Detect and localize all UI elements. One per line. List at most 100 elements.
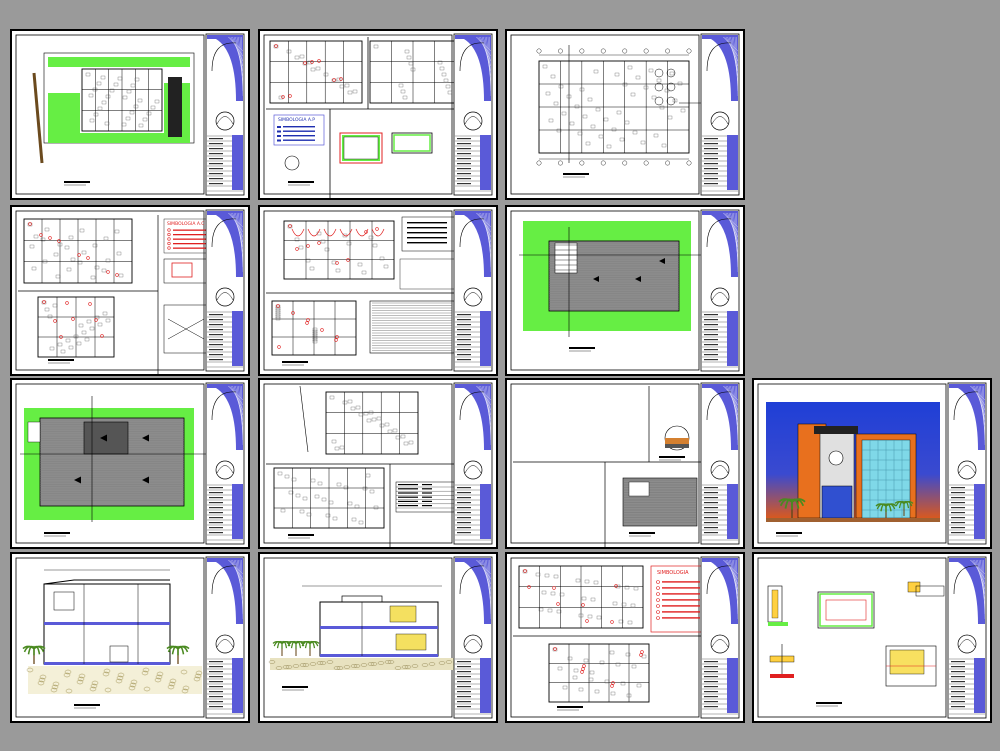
title-block [453, 209, 493, 372]
sheet-installations-water[interactable]: SIMBOLOGIA A.P [258, 29, 498, 200]
pipe-detail [391, 132, 433, 154]
sheet-detail-sheet[interactable] [505, 378, 745, 549]
sheet-plan-furniture[interactable] [505, 29, 745, 200]
detail-circle [664, 425, 690, 451]
sheet-caption [282, 686, 308, 691]
sheet-caption [569, 347, 595, 352]
floor-plan [81, 68, 163, 132]
palm-tree [286, 640, 306, 656]
sheet-section-b[interactable] [258, 552, 498, 723]
sheet-roof-plan[interactable] [505, 205, 745, 376]
palm-tree [300, 640, 320, 656]
sheet-caption [563, 173, 589, 178]
sheet-drawing [15, 33, 245, 196]
title-block [205, 382, 245, 545]
title-block [205, 33, 245, 196]
stair-detail [885, 645, 937, 687]
sheet-plan-lighting[interactable]: SIMBOLOGIA [505, 552, 745, 723]
sheet-installations-electric[interactable]: SIMBOLOGIA A.C [10, 205, 250, 376]
lighting-legend: SIMBOLOGIA [650, 565, 706, 633]
sheet-drawing [757, 556, 987, 719]
sheet-caption [816, 702, 842, 707]
floor-plan [283, 220, 395, 280]
floor-plan [37, 296, 115, 358]
sheet-caption [557, 706, 583, 711]
sheet-caption [48, 359, 74, 364]
sheet-drawing [263, 209, 493, 372]
sheet-construction-details[interactable] [752, 552, 992, 723]
title-block [947, 556, 987, 719]
sheet-facade-render[interactable] [752, 378, 992, 549]
sheet-drawing [757, 382, 987, 545]
floor-plan [518, 565, 644, 629]
sheet-drawing [510, 33, 740, 196]
drawing-frame [263, 210, 453, 371]
panel-detail [163, 304, 211, 354]
sheet-caption [282, 361, 308, 366]
garden-strip-top [48, 57, 190, 67]
facade-cornice [814, 426, 858, 434]
building-section [319, 595, 439, 657]
water-legend-title: SIMBOLOGIA A.P [278, 117, 315, 123]
water-legend: SIMBOLOGIA A.P [273, 114, 325, 146]
sheet-caption [659, 456, 685, 461]
floor-plan [536, 48, 692, 166]
stair-void [554, 242, 578, 274]
floor-plan [369, 40, 457, 104]
title-block [700, 382, 740, 545]
sheet-drawing [510, 382, 740, 547]
title-block [205, 556, 245, 719]
entrance-glass [821, 485, 853, 519]
sheet-caption [629, 532, 655, 537]
sheet-drawing: SIMBOLOGIA A.P [263, 33, 493, 198]
palm-tree [272, 640, 292, 656]
ground [766, 518, 940, 522]
floor-plan [325, 391, 419, 455]
title-block [453, 556, 493, 719]
sheet-caption [74, 704, 100, 709]
roof-hatch [369, 300, 455, 354]
floor-plan [548, 643, 650, 703]
sanitary-detail [399, 258, 459, 290]
floor-plan [273, 467, 385, 529]
sheet-plan-site[interactable] [10, 29, 250, 200]
sheet-drawing [263, 556, 493, 719]
title-block [700, 33, 740, 196]
title-block [700, 209, 740, 372]
title-block [453, 33, 493, 196]
sheet-plan-schedule[interactable] [258, 378, 498, 549]
sheet-installations-sanitary[interactable] [258, 205, 498, 376]
ground-stones [26, 666, 203, 694]
sheet-drawing [263, 382, 493, 547]
column-detail [907, 581, 945, 597]
floor-plan [271, 300, 357, 356]
title-block [700, 556, 740, 719]
footing-detail [769, 644, 795, 678]
building-section [43, 579, 171, 665]
sheet-roof-plan-2[interactable] [10, 378, 250, 549]
wall-detail [767, 585, 788, 626]
sheet-caption [776, 532, 802, 537]
sheet-caption [64, 181, 90, 186]
floor-plan [269, 40, 363, 104]
sheet-caption [44, 532, 70, 537]
title-block [947, 382, 987, 545]
title-block [453, 382, 493, 545]
sheet-drawing: SIMBOLOGIA [510, 556, 740, 719]
sheet-drawing: SIMBOLOGIA A.C [15, 209, 245, 374]
parking-block [168, 77, 182, 137]
electric-legend-title: SIMBOLOGIA A.C [167, 221, 204, 227]
lighting-legend-title: SIMBOLOGIA [657, 570, 689, 576]
electric-legend: SIMBOLOGIA A.C [163, 218, 213, 254]
sheet-section-a[interactable] [10, 552, 250, 723]
palm-tree [22, 645, 46, 664]
door-schedule [395, 481, 455, 513]
sheet-drawing [15, 556, 245, 719]
plan-detail [817, 591, 875, 629]
sheet-drawing [510, 209, 740, 372]
sheet-drawing [15, 382, 245, 545]
ground-strip [270, 658, 454, 670]
floor-plan [23, 218, 133, 284]
sheet-caption [288, 534, 314, 539]
sheet-caption [288, 181, 314, 186]
